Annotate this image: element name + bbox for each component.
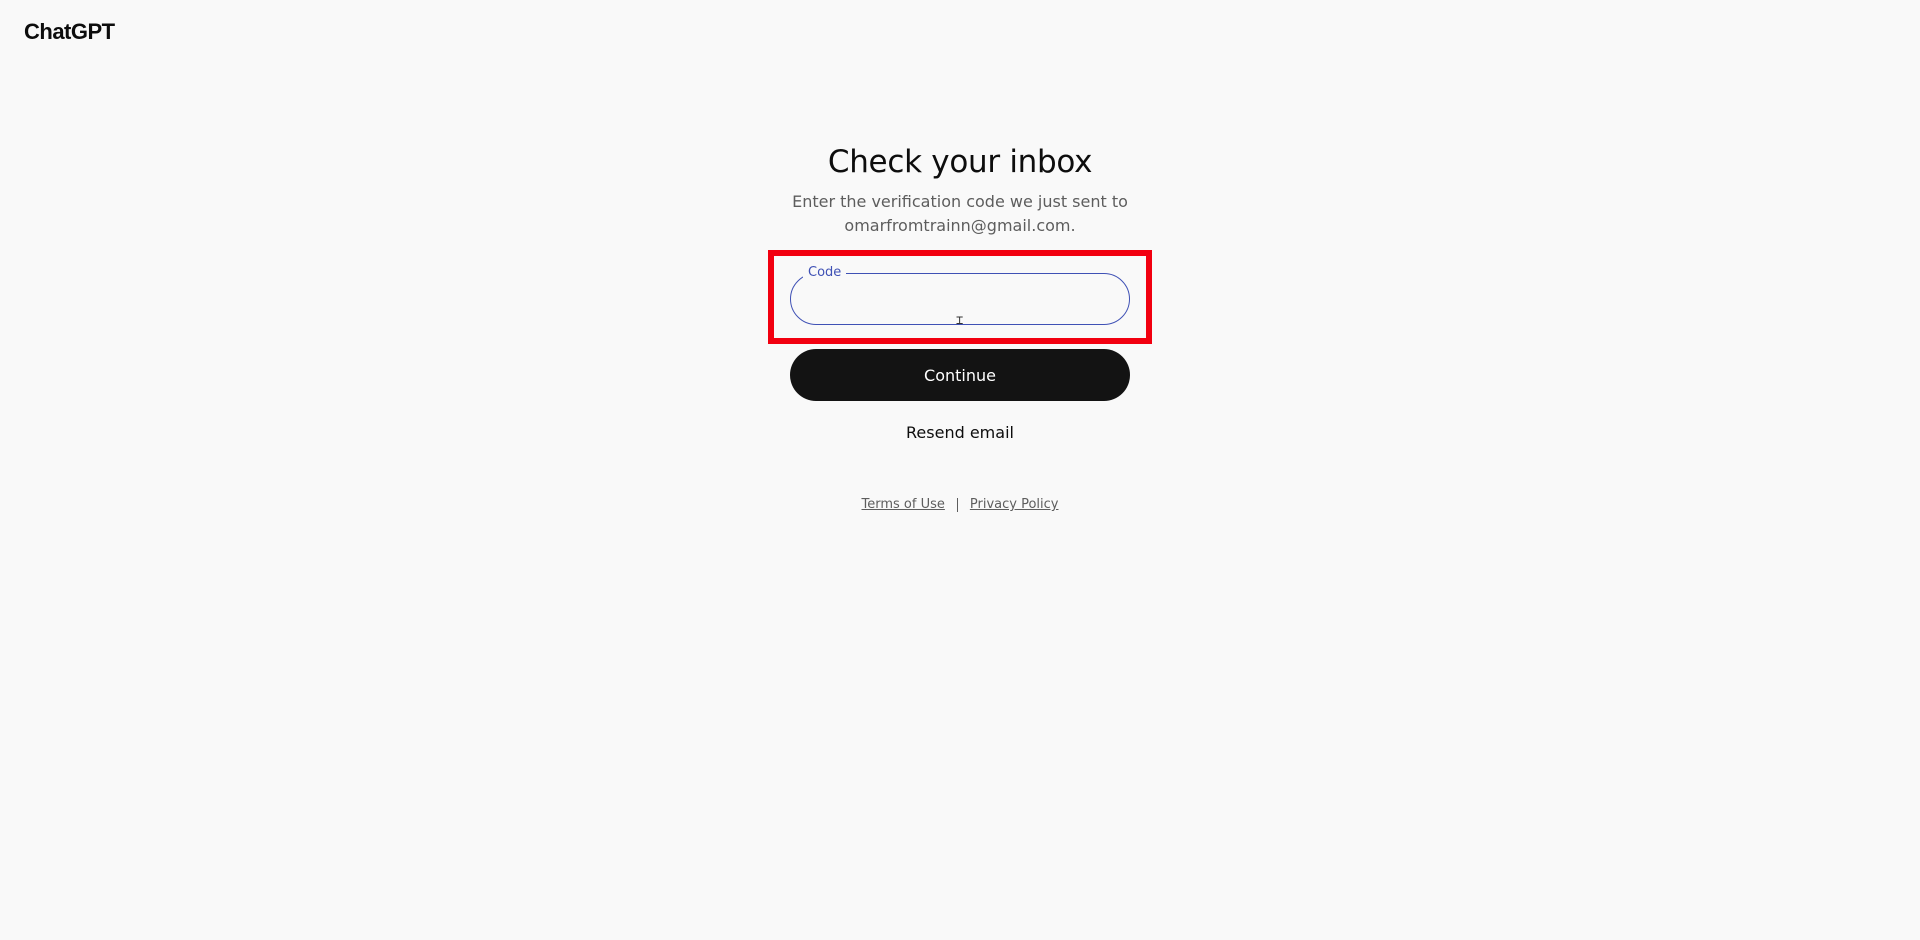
terms-of-use-link[interactable]: Terms of Use xyxy=(862,496,945,514)
page-subtitle: Enter the verification code we just sent… xyxy=(790,190,1130,238)
text-cursor-icon: ⌶ xyxy=(956,313,964,327)
subtitle-email: omarfromtrainn@gmail.com. xyxy=(844,216,1076,235)
page: ChatGPT Check your inbox Enter the verif… xyxy=(0,0,1920,940)
continue-button[interactable]: Continue xyxy=(790,349,1130,401)
subtitle-line-1: Enter the verification code we just sent… xyxy=(792,192,1128,211)
brand-logo[interactable]: ChatGPT xyxy=(24,19,115,45)
verification-panel: Check your inbox Enter the verification … xyxy=(790,140,1130,238)
footer-links: Terms of Use Privacy Policy xyxy=(790,496,1130,514)
privacy-policy-link[interactable]: Privacy Policy xyxy=(970,496,1059,514)
page-title: Check your inbox xyxy=(827,144,1093,180)
footer-divider xyxy=(956,498,958,512)
resend-email-link[interactable]: Resend email xyxy=(790,422,1130,444)
